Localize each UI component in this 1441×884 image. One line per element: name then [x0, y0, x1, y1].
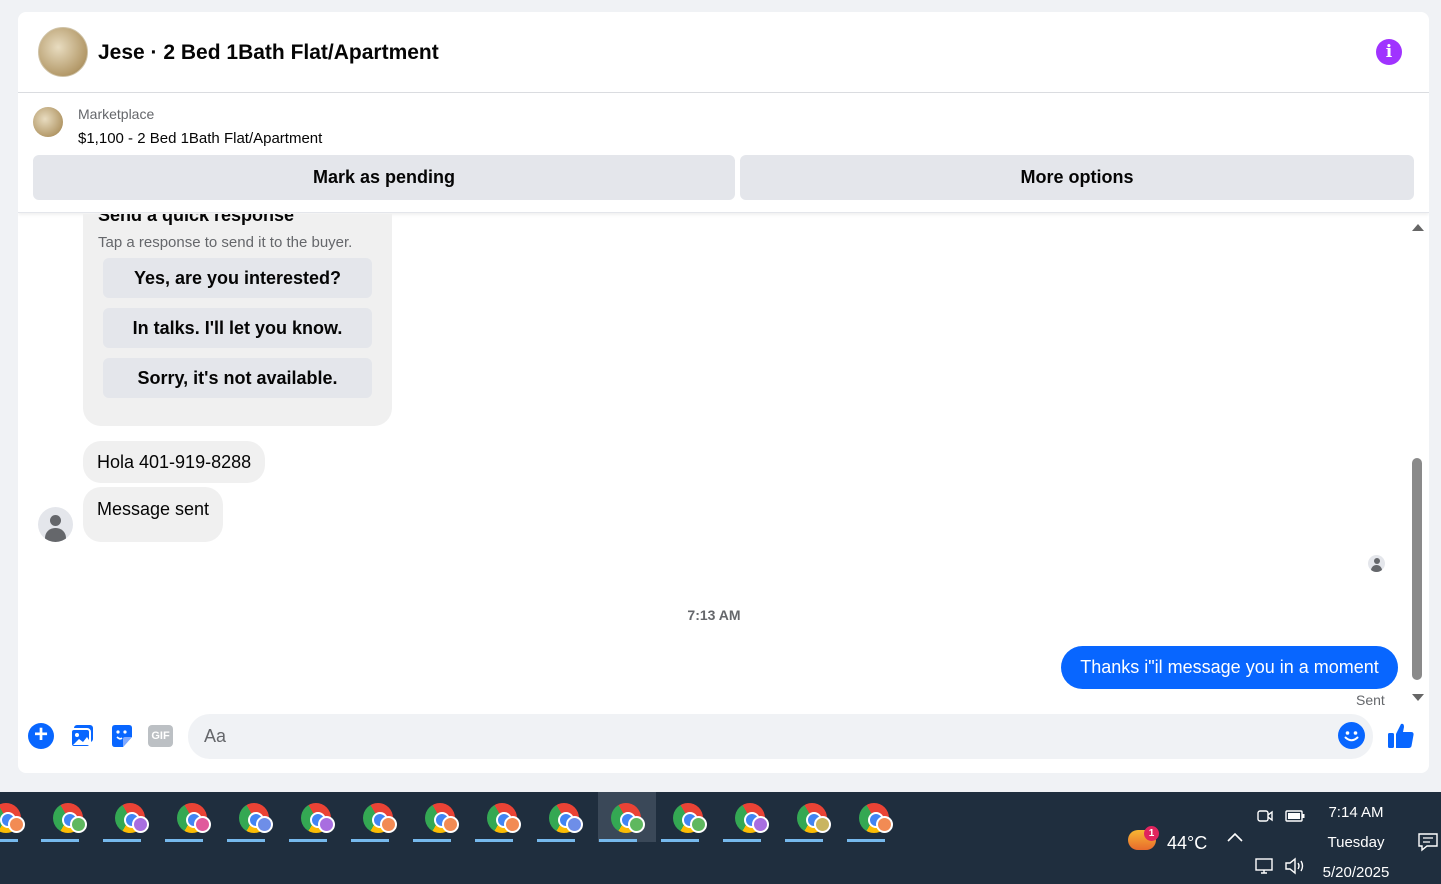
- taskbar-chrome-app[interactable]: [350, 792, 408, 842]
- profile-badge-icon: [442, 816, 459, 833]
- profile-badge-icon: [504, 816, 521, 833]
- message-scrollbar[interactable]: [1408, 220, 1426, 702]
- running-indicator: [351, 839, 389, 842]
- profile-badge-icon: [628, 816, 645, 833]
- quick-response-option[interactable]: Sorry, it's not available.: [103, 358, 372, 398]
- volume-icon[interactable]: [1284, 857, 1306, 880]
- contact-avatar[interactable]: [38, 507, 73, 542]
- taskbar-chrome-app[interactable]: [0, 792, 36, 842]
- weather-badge: 1: [1144, 826, 1159, 841]
- message-thread: Send a quick response Tap a response to …: [18, 214, 1429, 707]
- taskbar-chrome-app[interactable]: [598, 792, 656, 842]
- running-indicator: [661, 839, 699, 842]
- running-indicator: [227, 839, 265, 842]
- running-indicator: [289, 839, 327, 842]
- photo-icon[interactable]: [69, 723, 95, 749]
- taskbar-chrome-app[interactable]: [474, 792, 532, 842]
- sticker-icon[interactable]: [109, 723, 135, 749]
- taskbar-chrome-app[interactable]: [288, 792, 346, 842]
- quick-response-option[interactable]: Yes, are you interested?: [103, 258, 372, 298]
- running-indicator: [599, 839, 637, 842]
- battery-icon[interactable]: [1285, 809, 1305, 828]
- running-indicator: [0, 839, 18, 842]
- gif-icon[interactable]: GIF: [148, 725, 173, 747]
- taskbar-chrome-app[interactable]: [412, 792, 470, 842]
- running-indicator: [103, 839, 141, 842]
- profile-badge-icon: [380, 816, 397, 833]
- chat-header: Jese · 2 Bed 1Bath Flat/Apartment i: [18, 12, 1429, 93]
- running-indicator: [847, 839, 885, 842]
- network-icon[interactable]: [1255, 858, 1275, 879]
- plus-icon[interactable]: +: [28, 723, 54, 749]
- profile-badge-icon: [814, 816, 831, 833]
- running-indicator: [413, 839, 451, 842]
- conversation-title[interactable]: Jese · 2 Bed 1Bath Flat/Apartment: [98, 41, 439, 65]
- profile-badge-icon: [318, 816, 335, 833]
- taskbar-chrome-app[interactable]: [784, 792, 842, 842]
- profile-badge-icon: [194, 816, 211, 833]
- windows-taskbar: 1 44°C 7:14 AM Tuesday 5/20/2025: [0, 792, 1441, 884]
- more-options-button[interactable]: More options: [740, 155, 1414, 200]
- taskbar-chrome-app[interactable]: [102, 792, 160, 842]
- scroll-down-arrow-icon[interactable]: [1412, 694, 1424, 701]
- quick-response-title: Send a quick response: [98, 214, 295, 225]
- profile-badge-icon: [752, 816, 769, 833]
- running-indicator: [785, 839, 823, 842]
- taskbar-chrome-app[interactable]: [40, 792, 98, 842]
- seen-receipt-avatar: [1368, 555, 1385, 572]
- camera-icon[interactable]: [1257, 808, 1273, 829]
- message-status: Sent: [1356, 692, 1385, 707]
- scroll-up-arrow-icon[interactable]: [1412, 224, 1424, 231]
- profile-badge-icon: [8, 816, 25, 833]
- listing-thumbnail[interactable]: [33, 107, 63, 137]
- listing-title[interactable]: $1,100 - 2 Bed 1Bath Flat/Apartment: [78, 130, 322, 147]
- message-composer: + GIF: [18, 709, 1429, 773]
- info-icon[interactable]: i: [1376, 39, 1402, 65]
- profile-badge-icon: [256, 816, 273, 833]
- profile-badge-icon: [132, 816, 149, 833]
- profile-badge-icon: [70, 816, 87, 833]
- message-timestamp: 7:13 AM: [687, 607, 741, 623]
- taskbar-chrome-app[interactable]: [226, 792, 284, 842]
- message-input[interactable]: [188, 714, 1373, 759]
- listing-source: Marketplace: [78, 106, 155, 122]
- clock-time[interactable]: 7:14 AM: [1318, 804, 1394, 821]
- chat-window: Jese · 2 Bed 1Bath Flat/Apartment i Mark…: [18, 12, 1429, 773]
- mark-as-pending-button[interactable]: Mark as pending: [33, 155, 735, 200]
- profile-badge-icon: [876, 816, 893, 833]
- thumbs-up-icon[interactable]: [1386, 721, 1416, 751]
- scroll-thumb[interactable]: [1412, 458, 1422, 680]
- incoming-message[interactable]: Message sent: [83, 487, 224, 542]
- running-indicator: [475, 839, 513, 842]
- taskbar-chrome-app[interactable]: [722, 792, 780, 842]
- chevron-up-icon[interactable]: [1226, 830, 1244, 848]
- running-indicator: [41, 839, 79, 842]
- taskbar-chrome-app[interactable]: [660, 792, 718, 842]
- emoji-icon[interactable]: [1338, 722, 1365, 749]
- taskbar-chrome-app[interactable]: [164, 792, 222, 842]
- taskbar-chrome-app[interactable]: [846, 792, 904, 842]
- outgoing-message[interactable]: Thanks i"il message you in a moment: [1061, 646, 1398, 689]
- running-indicator: [723, 839, 761, 842]
- notification-icon[interactable]: [1417, 832, 1439, 857]
- profile-badge-icon: [566, 816, 583, 833]
- weather-temperature[interactable]: 44°C: [1167, 833, 1207, 854]
- quick-response-card: Send a quick response Tap a response to …: [83, 214, 392, 426]
- running-indicator: [165, 839, 203, 842]
- running-indicator: [537, 839, 575, 842]
- quick-response-option[interactable]: In talks. I'll let you know.: [103, 308, 372, 348]
- profile-badge-icon: [690, 816, 707, 833]
- clock-date[interactable]: 5/20/2025: [1316, 864, 1396, 881]
- incoming-message[interactable]: Hola 401-919-8288: [83, 441, 266, 483]
- taskbar-chrome-app[interactable]: [536, 792, 594, 842]
- listing-avatar[interactable]: [38, 27, 88, 77]
- quick-response-subtitle: Tap a response to send it to the buyer.: [98, 234, 353, 251]
- clock-day[interactable]: Tuesday: [1318, 834, 1394, 851]
- marketplace-listing-bar: Marketplace $1,100 - 2 Bed 1Bath Flat/Ap…: [18, 93, 1429, 213]
